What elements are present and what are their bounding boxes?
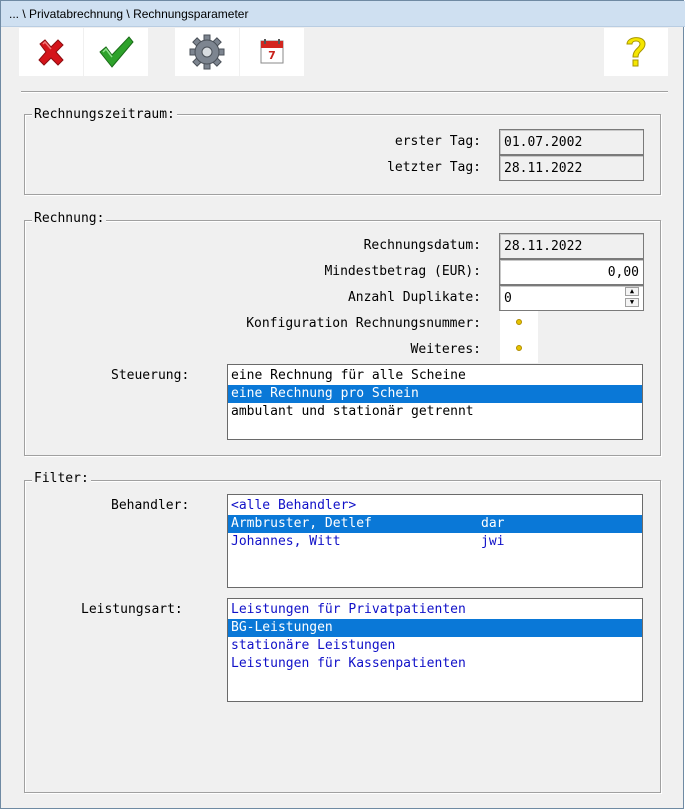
dot-icon [516,319,522,325]
steuerung-label: Steuerung: [111,368,190,383]
spin-down-icon[interactable]: ▼ [625,298,639,307]
konfiguration-label: Konfiguration Rechnungsnummer: [246,316,481,331]
filter-legend: Filter: [32,471,91,486]
duplikate-spin-buttons[interactable]: ▲ ▼ [625,287,641,309]
gear-icon [189,34,225,70]
question-mark-icon [626,37,646,67]
rechnungszeitraum-legend: Rechnungszeitraum: [32,107,177,122]
calendar-button[interactable]: 7 [240,28,304,76]
behandler-listbox[interactable]: <alle Behandler> Armbruster, Detlef dar J… [227,494,643,588]
title-bar[interactable]: ... \ Privatabrechnung \ Rechnungsparame… [1,1,685,27]
konfiguration-button[interactable] [500,311,538,337]
ok-button[interactable] [84,28,148,76]
settings-button[interactable] [175,28,239,76]
leistungsart-label: Leistungsart: [81,602,183,617]
dot-icon [516,345,522,351]
leistungsart-option[interactable]: Leistungen für Kassenpatienten [228,655,642,673]
spin-up-icon[interactable]: ▲ [625,287,639,296]
rechnungsdatum-label: Rechnungsdatum: [363,238,481,253]
letzter-tag-label: letzter Tag: [387,160,481,175]
behandler-label: Behandler: [111,498,190,513]
leistungsart-listbox[interactable]: Leistungen für Privatpatienten BG-Leistu… [227,598,643,702]
steuerung-option[interactable]: ambulant und stationär getrennt [228,403,642,421]
leistungsart-option[interactable]: Leistungen für Privatpatienten [228,601,642,619]
window-title: ... \ Privatabrechnung \ Rechnungsparame… [9,7,249,21]
erster-tag-field[interactable]: 01.07.2002 [499,129,644,155]
duplikate-stepper[interactable]: 0 [499,285,644,311]
leistungsart-option[interactable]: stationäre Leistungen [228,637,642,655]
behandler-option[interactable]: <alle Behandler> [228,497,642,515]
weiteres-button[interactable] [500,337,538,363]
calendar-icon: 7 [260,39,284,64]
steuerung-option[interactable]: eine Rechnung für alle Scheine [228,367,642,385]
rechnungsdatum-field[interactable]: 28.11.2022 [499,233,644,259]
weiteres-label: Weiteres: [410,342,481,357]
leistungsart-option-selected[interactable]: BG-Leistungen [228,619,642,637]
svg-text:7: 7 [268,49,276,62]
red-x-icon [38,39,64,66]
erster-tag-label: erster Tag: [394,134,481,149]
toolbar-separator [21,91,668,93]
letzter-tag-field[interactable]: 28.11.2022 [499,155,644,181]
steuerung-listbox[interactable]: eine Rechnung für alle Scheine eine Rech… [227,364,643,440]
help-button[interactable] [604,28,668,76]
rechnung-legend: Rechnung: [32,211,107,226]
mindestbetrag-field[interactable]: 0,00 [499,259,644,285]
steuerung-option-selected[interactable]: eine Rechnung pro Schein [228,385,642,403]
cancel-button[interactable] [19,28,83,76]
duplikate-label: Anzahl Duplikate: [347,290,481,305]
mindestbetrag-label: Mindestbetrag (EUR): [324,264,481,279]
behandler-option[interactable]: Johannes, Witt jwi [228,533,642,551]
green-check-icon [99,36,134,68]
behandler-option-selected[interactable]: Armbruster, Detlef dar [228,515,642,533]
dialog-window: ... \ Privatabrechnung \ Rechnungsparame… [0,0,685,809]
